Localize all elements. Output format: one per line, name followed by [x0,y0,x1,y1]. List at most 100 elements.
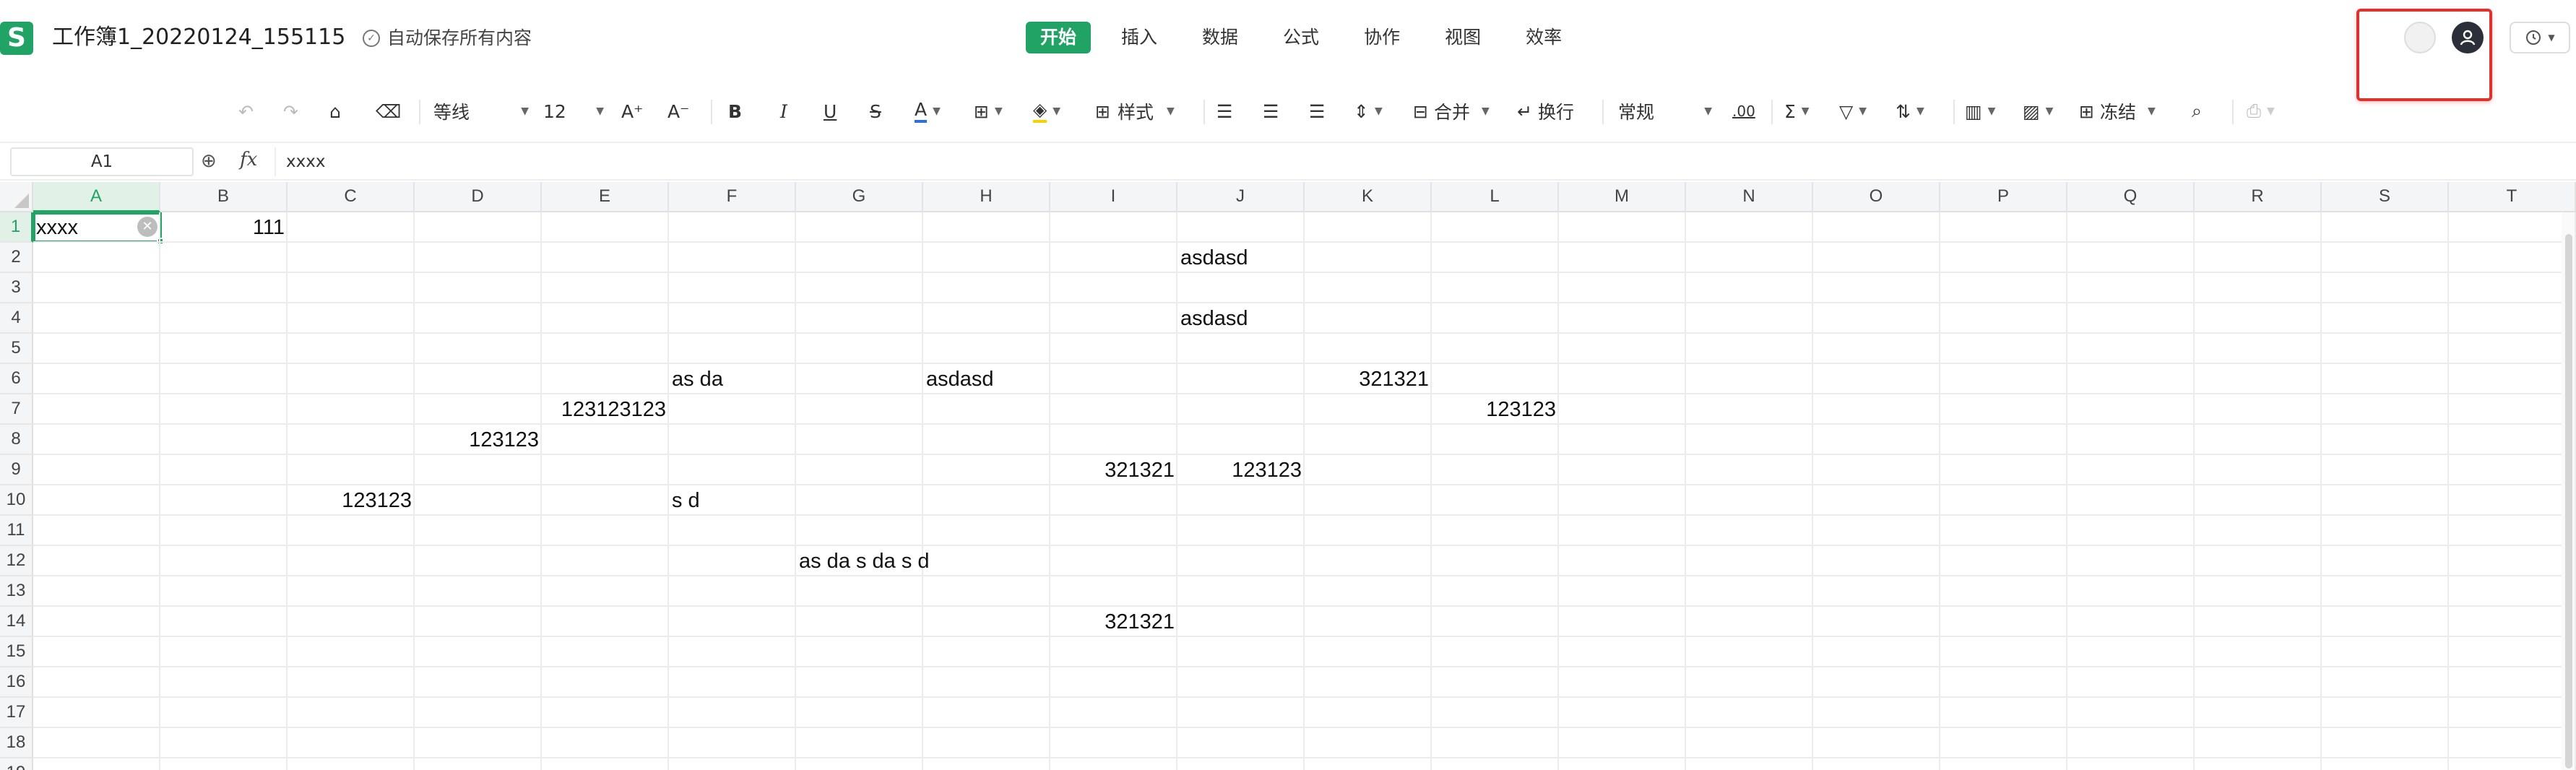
history-button[interactable]: ▼ [2510,22,2570,53]
cell-F10[interactable]: s d [669,485,700,514]
menu-tab-6[interactable]: 视图 [1430,22,1495,53]
decrease-font-button[interactable]: A⁻ [667,92,689,130]
cell-G12[interactable]: as da s da s d [796,546,930,575]
underline-button[interactable]: U [824,92,837,130]
bold-button[interactable]: B [728,92,742,130]
column-header[interactable]: T [2449,182,2576,212]
menu-tab-2[interactable]: 插入 [1107,22,1172,53]
row-header[interactable]: 6 [0,364,33,394]
row-header[interactable]: 10 [0,485,33,516]
row-header[interactable]: 5 [0,334,33,364]
row-header[interactable]: 2 [0,243,33,273]
column-header[interactable]: S [2322,182,2449,212]
menu-tab-4[interactable]: 公式 [1268,22,1334,53]
row-header[interactable]: 17 [0,698,33,728]
sum-button[interactable]: Σ ▼ [1784,92,1810,130]
cell-D8[interactable]: 123123 [415,425,542,454]
border-button[interactable]: ⊞ ▼ [974,92,1003,130]
clear-format-button[interactable]: ⌫ [376,92,401,130]
row-header[interactable]: 8 [0,425,33,455]
column-header[interactable]: K [1305,182,1432,212]
row-header[interactable]: 11 [0,516,33,546]
row-header[interactable]: 12 [0,546,33,576]
row-header[interactable]: 16 [0,667,33,698]
column-header[interactable]: B [160,182,288,212]
search-button[interactable]: ⌕ [2192,92,2202,130]
image-button[interactable]: ▨ ▼ [2023,92,2053,130]
column-header[interactable]: I [1050,182,1177,212]
cell-E7[interactable]: 123123123 [542,394,669,423]
column-header[interactable]: E [542,182,669,212]
vertical-scrollbar[interactable] [2562,212,2576,770]
cell-C10[interactable]: 123123 [288,485,415,514]
column-header[interactable]: F [669,182,796,212]
menu-tab-5[interactable]: 协作 [1349,22,1414,53]
column-header[interactable]: G [796,182,923,212]
collaborator-avatar[interactable] [2404,22,2436,53]
menu-tab-7[interactable]: 效率 [1511,22,1576,53]
formula-input[interactable]: xxxx [275,147,2557,176]
clear-cell-icon[interactable]: ✕ [137,217,157,237]
cell-J9[interactable]: 123123 [1177,455,1305,484]
row-header[interactable]: 9 [0,455,33,485]
column-header[interactable]: N [1686,182,1813,212]
vertical-align-button[interactable]: ⇕ ▼ [1354,92,1383,130]
column-header[interactable]: O [1813,182,1940,212]
row-header[interactable]: 15 [0,637,33,667]
column-header[interactable]: P [1940,182,2067,212]
spreadsheet-grid[interactable]: ✕ A B C D E F G H I J K L M N O P Q R S T 1 2 3 4 5 6 7 8 9 10 11 12 13 1… [0,182,2576,770]
menu-tab-3[interactable]: 数据 [1188,22,1253,53]
cell-K6[interactable]: 321321 [1305,364,1432,393]
column-header[interactable]: A [33,182,160,212]
chart-button[interactable]: ▥ ▼ [1965,92,1995,130]
wrap-text-button[interactable]: ↵ 换行 [1517,92,1574,130]
align-left-button[interactable]: ☰ [1216,92,1232,130]
cell-L7[interactable]: 123123 [1432,394,1559,423]
cell-A1[interactable]: xxxx [33,212,78,241]
menu-tab-1[interactable]: 开始 [1026,22,1092,53]
column-header[interactable]: R [2195,182,2322,212]
scrollbar-thumb[interactable] [2565,234,2572,769]
undo-button[interactable]: ↶ [238,92,254,130]
cell-J4[interactable]: asdasd [1177,303,1248,332]
column-header[interactable]: C [288,182,415,212]
freeze-button[interactable]: ⊞ 冻结 ▼ [2079,92,2156,130]
redo-button[interactable]: ↷ [283,92,298,130]
column-header[interactable]: D [415,182,542,212]
zoom-search-icon[interactable]: ⊕ [201,150,217,172]
italic-button[interactable]: I [780,92,787,130]
row-header[interactable]: 1 [0,212,33,243]
fill-color-button[interactable]: ◈ ▼ [1033,92,1060,130]
row-header[interactable]: 13 [0,576,33,607]
column-header[interactable]: L [1432,182,1559,212]
number-format-select[interactable]: 常规 ▼ [1618,92,1712,130]
align-right-button[interactable]: ☰ [1309,92,1325,130]
font-color-button[interactable]: A ▼ [915,92,941,130]
filter-button[interactable]: ▽ ▼ [1839,92,1867,130]
user-avatar[interactable] [2452,22,2484,53]
cell-J2[interactable]: asdasd [1177,243,1248,272]
merge-button[interactable]: ⊟ 合并 ▼ [1413,92,1490,130]
fx-icon[interactable]: fx [240,149,257,170]
print-button[interactable]: ⎙ ▼ [2247,92,2275,130]
document-title[interactable]: 工作簿1_20220124_155115 [52,23,345,52]
font-name-select[interactable]: 等线 ▼ [433,92,529,130]
format-painter-button[interactable]: ⌂ [329,92,341,130]
font-size-select[interactable]: 12 ▼ [543,92,604,130]
align-center-button[interactable]: ☰ [1263,92,1279,130]
cell-F6[interactable]: as da [669,364,723,393]
name-box[interactable]: A1 [10,147,194,176]
column-header[interactable]: H [923,182,1050,212]
cell-I9[interactable]: 321321 [1050,455,1177,484]
row-header[interactable]: 4 [0,303,33,334]
cell-H6[interactable]: asdasd [923,364,994,393]
increase-font-button[interactable]: A⁺ [621,92,643,130]
row-header[interactable]: 7 [0,394,33,425]
cell-B1[interactable]: 111 [160,212,288,241]
column-header[interactable]: M [1559,182,1686,212]
style-button[interactable]: ⊞ 样式 ▼ [1095,92,1175,130]
row-header[interactable]: 3 [0,273,33,303]
decimal-button[interactable]: .00 [1732,92,1755,130]
row-header[interactable]: 18 [0,728,33,758]
cell-I14[interactable]: 321321 [1050,607,1177,636]
